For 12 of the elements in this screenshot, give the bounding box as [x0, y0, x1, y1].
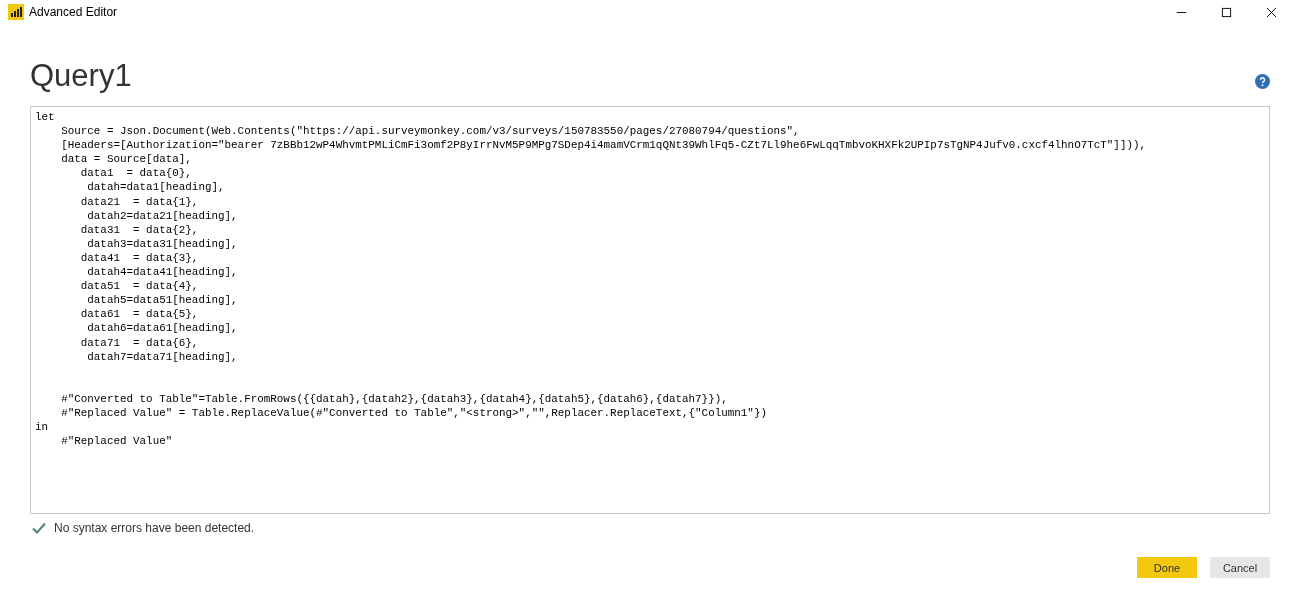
help-icon[interactable] — [1255, 73, 1270, 89]
done-button[interactable]: Done — [1137, 557, 1197, 578]
query-title: Query1 — [30, 58, 132, 94]
window-title: Advanced Editor — [29, 5, 118, 19]
code-text: let Source = Json.Document(Web.Contents("https://api.surveymonkey.com/v3/surveys/150783550/pages/27080794/questions", [Headers=[Authorization="bearer 7zBBb12wP4WhvmtPMLiCmFi3omf2P8yIrrNvM5P9MPg7SDep4i4mamVCrm1qQNt39WhlFq5-CZt7Ll9he6FwLqqTmbvoKHXFk2UPIp7sTgNP4Jufv0.cxcf4lhnO7TcT"]])), data = Source[data], data1 = data{0}, datah=data1[heading], data21 = data{1}, datah2=data21[heading], data31 = data{2}, datah3=data31[heading], data41 = data{3}, datah4=data41[heading], data51 = data{4}, datah5=data51[heading], data61 = data{5}, datah6=data61[heading], data71 = data{6}, datah7=data71[heading], #"Converted to Table"=Table.FromRows({{datah},{datah2},{datah3},{datah4},{datah5},{datah6},{datah7}}), #"Replaced Value" = Table.ReplaceValue(#"Converted to Table","<strong>","",Replacer.ReplaceText,{"Column1"}) in #"Replaced Value" — [35, 111, 1147, 448]
code-editor[interactable] — [30, 106, 1270, 514]
close-icon[interactable] — [1266, 6, 1277, 18]
app-logo-icon — [8, 4, 24, 20]
cancel-button[interactable]: Cancel — [1210, 557, 1270, 578]
status-message: No syntax errors have been detected. — [54, 521, 255, 535]
checkmark-icon — [32, 522, 46, 534]
maximize-icon[interactable] — [1221, 6, 1232, 18]
